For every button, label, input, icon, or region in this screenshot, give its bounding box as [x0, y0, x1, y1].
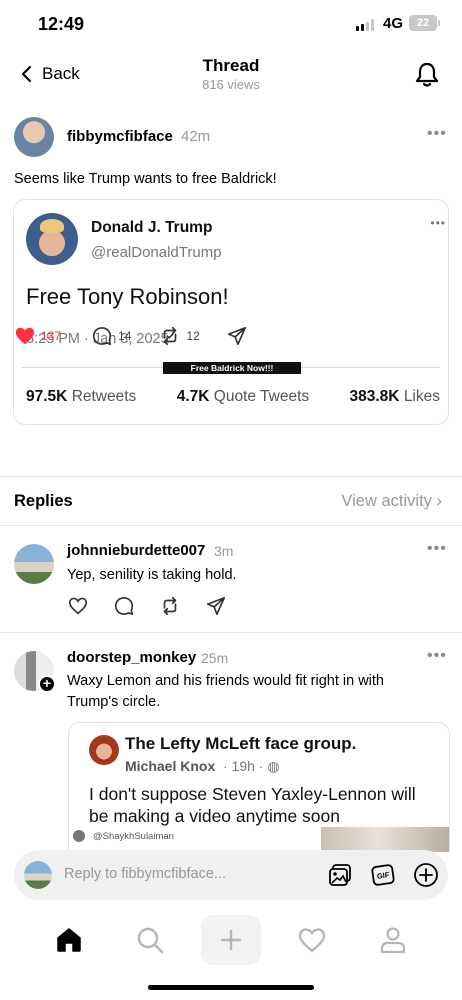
activity-icon: [299, 927, 326, 952]
share-icon: [227, 326, 246, 346]
search-icon: [137, 927, 163, 953]
avatar: [24, 861, 52, 889]
divider: [0, 525, 462, 526]
post-text: Seems like Trump wants to free Baldrick!: [14, 171, 277, 187]
reply-placeholder: Reply to fibbymcfibface...: [64, 866, 226, 882]
repost-count: 12: [186, 329, 200, 343]
reply-text: Waxy Lemon and his friends would fit rig…: [67, 673, 384, 710]
embed-handle: @realDonaldTrump: [91, 244, 222, 261]
globe-icon: ◍: [267, 758, 280, 774]
gallery-icon[interactable]: [326, 861, 354, 889]
svg-text:GIF: GIF: [376, 870, 390, 881]
quote-handle: @ShaykhSulaiman: [93, 831, 174, 842]
quote-text: I don't suppose Steven Yaxley-Lennon wil…: [89, 784, 416, 826]
add-icon[interactable]: [412, 861, 440, 889]
gif-icon[interactable]: GIF: [369, 861, 397, 889]
comment-count: 14: [118, 329, 132, 343]
embed-stats: 97.5K Retweets 4.7K Quote Tweets 383.8K …: [26, 388, 440, 406]
tab-home[interactable]: [39, 915, 99, 965]
comment-button[interactable]: 14: [91, 325, 131, 347]
group-avatar: [89, 735, 119, 765]
chevron-right-icon: ›: [436, 492, 443, 510]
like-count: 137: [41, 329, 62, 343]
reply-image-attachment[interactable]: The Lefty McLeft face group. Michael Kno…: [68, 722, 450, 852]
tab-profile[interactable]: [363, 915, 423, 965]
view-activity-button[interactable]: View activity ›: [341, 492, 442, 511]
heart-icon[interactable]: [67, 595, 89, 617]
embed-text: Free Tony Robinson!: [26, 284, 229, 309]
quotes-stat: 4.7K Quote Tweets: [176, 388, 310, 405]
more-icon[interactable]: •••: [427, 647, 447, 665]
reply-username[interactable]: johnnieburdette007: [67, 542, 205, 559]
avatar[interactable]: [14, 544, 54, 584]
post-username[interactable]: fibbymcfibface: [67, 128, 173, 145]
home-indicator: [148, 985, 314, 990]
battery-icon: 22: [409, 15, 440, 31]
reply-time: 25m: [201, 650, 229, 666]
compose-icon: [220, 929, 242, 950]
reply-input-actions: GIF: [326, 861, 440, 889]
avatar[interactable]: [14, 117, 54, 157]
comment-icon[interactable]: [113, 595, 135, 617]
quote-author: Michael Knox: [125, 758, 216, 774]
replies-header: Replies View activity ›: [0, 477, 462, 525]
post-actions: 137 14 12: [14, 325, 248, 347]
follow-plus-icon[interactable]: +: [38, 675, 56, 693]
more-icon[interactable]: •••: [427, 125, 447, 143]
quote-time: · 19h · ◍: [223, 758, 280, 774]
retweets-stat: 97.5K Retweets: [26, 388, 137, 405]
home-icon: [56, 927, 81, 952]
reply-input[interactable]: Reply to fibbymcfibface... GIF: [14, 850, 448, 900]
mini-avatar: [73, 830, 85, 842]
tab-activity[interactable]: [282, 915, 342, 965]
more-icon[interactable]: •••: [427, 540, 447, 558]
embedded-tweet-image[interactable]: Donald J. Trump @realDonaldTrump ••• Fre…: [13, 199, 449, 425]
repost-icon: [164, 326, 177, 346]
heart-icon: [15, 327, 35, 345]
share-button[interactable]: [226, 325, 248, 347]
thread-header: Back Thread 816 views: [0, 52, 462, 100]
repost-button[interactable]: 12: [159, 325, 200, 347]
bell-icon[interactable]: [413, 61, 441, 89]
network-type: 4G: [383, 15, 404, 32]
reply-text: Yep, senility is taking hold.: [67, 567, 237, 583]
tab-compose[interactable]: [200, 914, 261, 965]
reply-actions: [67, 595, 227, 617]
embed-name: Donald J. Trump: [91, 219, 213, 236]
view-count: 816 views: [202, 77, 260, 92]
embed-more-icon: •••: [430, 216, 446, 230]
tab-bar: [0, 912, 462, 967]
likes-stat: 383.8K Likes: [349, 388, 440, 405]
embed-avatar: [26, 213, 78, 265]
status-time: 12:49: [38, 14, 85, 34]
quoted-post-card: The Lefty McLeft face group. Michael Kno…: [83, 723, 439, 833]
share-icon[interactable]: [205, 595, 227, 617]
reply-username[interactable]: doorstep_monkey: [67, 649, 196, 666]
replies-label: Replies: [14, 492, 73, 510]
reply-time: 3m: [214, 543, 234, 559]
divider: [0, 632, 462, 633]
group-name: The Lefty McLeft face group.: [125, 734, 357, 753]
status-bar: 12:49 4G 22: [0, 0, 462, 50]
like-button[interactable]: 137: [14, 325, 61, 347]
repost-icon[interactable]: [159, 595, 181, 617]
quote-photo: [321, 827, 449, 852]
comment-icon: [92, 327, 112, 346]
page-title: Thread: [202, 56, 260, 75]
profile-icon: [381, 926, 406, 953]
post-time: 42m: [181, 128, 211, 145]
signal-icon: [356, 19, 374, 31]
tab-search[interactable]: [120, 915, 180, 965]
embed-banner: Free Baldrick Now!!!: [163, 362, 301, 374]
